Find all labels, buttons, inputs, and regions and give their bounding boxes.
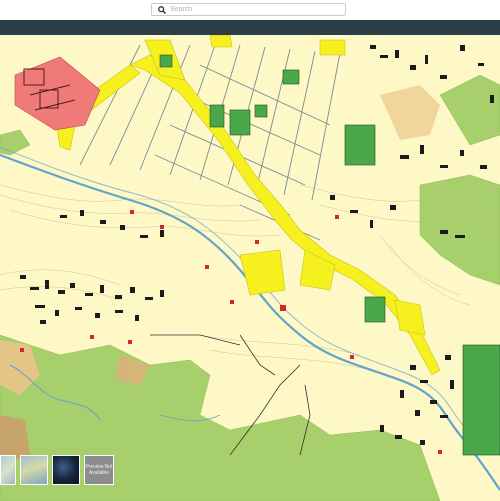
thumbnail-satellite[interactable] [52, 455, 80, 485]
search-box[interactable] [151, 3, 346, 16]
search-input[interactable] [168, 4, 340, 15]
search-icon[interactable] [156, 4, 168, 15]
thumbnail-unavailable[interactable]: Preview Not Available [84, 455, 114, 485]
thumbnail-unavailable-label: Preview Not Available [85, 464, 113, 476]
map-canvas[interactable] [0, 35, 500, 501]
basemap-thumbnails: Preview Not Available [0, 455, 114, 487]
top-bar [0, 0, 500, 20]
header-strip [0, 20, 500, 35]
thumbnail-topographic[interactable] [20, 455, 48, 485]
thumbnail-terrain[interactable] [0, 455, 16, 485]
